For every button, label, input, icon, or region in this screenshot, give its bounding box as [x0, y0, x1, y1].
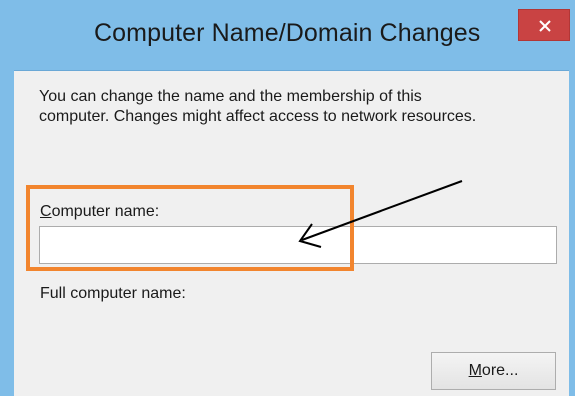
computer-name-label: Computer name: [40, 203, 159, 221]
full-computer-name-label: Full computer name: [40, 285, 186, 302]
description-line-1: You can change the name and the membersh… [39, 88, 422, 105]
computer-name-label-text: omputer name: [51, 203, 160, 220]
window-border-left [0, 0, 14, 396]
more-button-label: ore... [481, 362, 519, 379]
close-icon [539, 20, 551, 32]
window-border-right [569, 0, 575, 396]
close-button[interactable] [518, 9, 570, 41]
more-button[interactable]: More... [431, 352, 556, 390]
computer-name-label-mnemonic: C [40, 203, 52, 220]
window-title: Computer Name/Domain Changes [94, 19, 481, 47]
more-button-mnemonic: M [468, 362, 482, 379]
description-text: You can change the name and the membersh… [39, 87, 559, 127]
dialog-window: Computer Name/Domain Changes You can cha… [0, 0, 575, 396]
description-line-2: computer. Changes might affect access to… [39, 108, 477, 125]
computer-name-input[interactable] [39, 226, 557, 264]
